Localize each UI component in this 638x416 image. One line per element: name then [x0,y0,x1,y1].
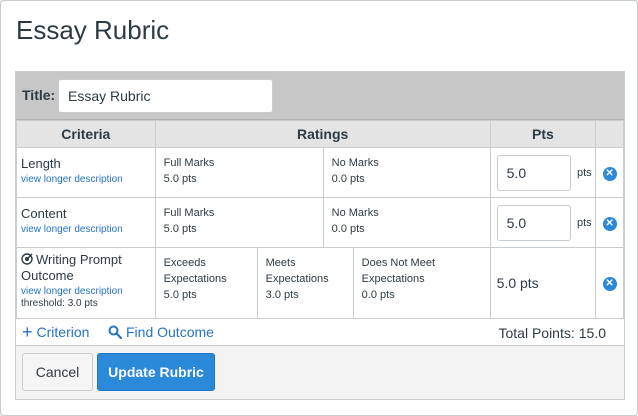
rating-title: Does Not Meet [361,257,436,269]
outcome-cell: Writing Prompt Outcome view longer descr… [16,247,156,319]
rating-title: Expectations [361,273,425,285]
find-outcome-label: Find Outcome [126,324,214,340]
view-description-link[interactable]: view longer description [21,286,151,297]
search-icon [108,325,122,339]
points-input[interactable] [496,204,571,241]
rating-points: 0.0 pts [331,173,365,185]
outcome-name-line1: Writing Prompt [36,252,122,267]
rating-title: Expectations [265,273,329,285]
rating-points: 0.0 pts [331,223,365,235]
page-title: Essay Rubric [16,15,170,45]
rating-item[interactable]: No Marks 0.0 pts [324,148,490,197]
rating-title: Exceeds [163,257,206,269]
close-circle-icon[interactable]: ✕ [602,166,617,181]
pts-header: Pts [489,120,597,148]
points-cell: pts [489,147,597,198]
criterion-cell: Length view longer description [16,147,156,198]
rating-item[interactable]: No Marks 0.0 pts [324,198,490,247]
points-unit: pts [576,216,592,229]
close-circle-icon[interactable]: ✕ [602,216,617,231]
criterion-cell: Content view longer description [16,197,156,248]
plus-icon: + [22,322,33,342]
ratings-cell: Exceeds Expectations 5.0 pts Meets Expec… [154,247,491,319]
rubric-footer: + Criterion Find Outcome Total Points: 15… [16,315,624,345]
rating-item[interactable]: Full Marks 5.0 pts [156,198,324,247]
add-criterion-button[interactable]: + Criterion [22,322,90,342]
add-criterion-label: Criterion [36,324,90,340]
table-row: Writing Prompt Outcome view longer descr… [16,247,624,319]
update-rubric-button[interactable]: Update Rubric [97,353,215,391]
close-circle-icon[interactable]: ✕ [602,277,617,291]
view-description-link[interactable]: view longer description [21,224,151,235]
outcome-target-icon [21,253,33,265]
criteria-header: Criteria [16,120,156,148]
outcome-points: 5.0 pts [496,275,539,291]
delete-cell: ✕ [595,197,624,248]
rating-title: Full Marks [163,157,215,169]
total-points-label: Total Points: [498,325,575,341]
form-actions: Cancel Update Rubric [15,346,625,400]
total-points-value: 15.0 [578,325,606,341]
rating-item[interactable]: Exceeds Expectations 5.0 pts [156,248,258,318]
criterion-name: Length [21,156,61,171]
outcome-name: Writing Prompt Outcome [21,252,151,284]
rubric-title-input[interactable] [58,79,273,113]
ratings-cell: Full Marks 5.0 pts No Marks 0.0 pts [154,197,491,248]
view-description-link[interactable]: view longer description [21,174,151,185]
rubric-table: Criteria Ratings Pts Length view longer … [16,120,624,319]
rating-points: 3.0 pts [265,289,299,301]
rubric-title-label: Title: [22,87,56,103]
ratings-header: Ratings [154,120,491,148]
rating-title: Meets [265,257,296,269]
criterion-name: Content [21,206,67,221]
cancel-button[interactable]: Cancel [22,353,93,391]
rating-item[interactable]: Full Marks 5.0 pts [156,148,324,197]
rubric-title-row: Title: [16,72,624,120]
threshold-text: threshold: 3.0 pts [21,298,98,309]
rating-points: 5.0 pts [163,223,197,235]
points-input[interactable] [496,154,571,191]
rubric-window: Essay Rubric Title: Criteria Ratings Pts… [0,0,638,416]
ratings-cell: Full Marks 5.0 pts No Marks 0.0 pts [154,147,491,198]
rating-item[interactable]: Does Not Meet Expectations 0.0 pts [354,248,490,318]
rating-points: 5.0 pts [163,173,197,185]
rubric-editor: Title: Criteria Ratings Pts Length view … [15,71,625,346]
points-cell: 5.0 pts [489,247,597,319]
total-points: Total Points: 15.0 [494,325,606,341]
rating-points: 0.0 pts [361,289,395,301]
delete-cell: ✕ [595,247,624,319]
rating-item[interactable]: Meets Expectations 3.0 pts [258,248,354,318]
outcome-name-line2: Outcome [21,268,74,283]
points-unit: pts [576,166,592,179]
actions-header [595,120,624,148]
rating-title: Expectations [163,273,227,285]
find-outcome-button[interactable]: Find Outcome [108,324,214,340]
rating-title: No Marks [331,157,379,169]
points-cell: pts [489,197,597,248]
table-row: Content view longer description Full Mar… [16,197,624,248]
delete-cell: ✕ [595,147,624,198]
rating-points: 5.0 pts [163,289,197,301]
rating-title: No Marks [331,207,379,219]
rating-title: Full Marks [163,207,215,219]
table-row: Length view longer description Full Mark… [16,147,624,198]
